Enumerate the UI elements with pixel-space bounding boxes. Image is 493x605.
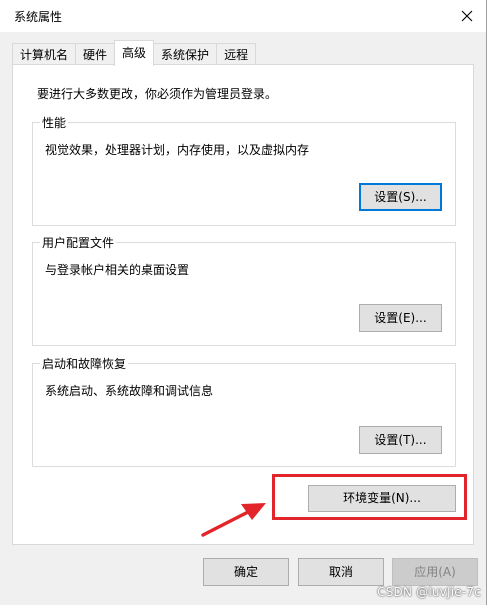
user-profiles-settings-button[interactable]: 设置(E)... (359, 304, 442, 332)
startup-recovery-settings-button[interactable]: 设置(T)... (359, 426, 442, 454)
tab-computer-name[interactable]: 计算机名 (12, 43, 77, 66)
user-profiles-group: 用户配置文件 与登录帐户相关的桌面设置 设置(E)... (32, 234, 456, 346)
tab-remote[interactable]: 远程 (216, 43, 257, 66)
csdn-watermark: CSDN @luvJie-7c (377, 585, 481, 599)
close-button[interactable] (452, 0, 482, 32)
title-bar: 系统属性 (0, 0, 486, 32)
startup-recovery-description: 系统启动、系统故障和调试信息 (45, 384, 214, 398)
user-profiles-description: 与登录帐户相关的桌面设置 (45, 263, 190, 277)
annotation-arrow-icon (201, 503, 266, 537)
environment-variables-button[interactable]: 环境变量(N)... (308, 485, 456, 512)
tab-system-protection[interactable]: 系统保护 (153, 43, 218, 66)
tab-strip: 计算机名 硬件 高级 系统保护 远程 (12, 40, 257, 66)
user-profiles-group-title: 用户配置文件 (40, 234, 117, 251)
startup-recovery-group-title: 启动和故障恢复 (40, 355, 129, 372)
performance-group-title: 性能 (40, 114, 69, 131)
apply-button[interactable]: 应用(A) (392, 558, 478, 586)
performance-group: 性能 视觉效果，处理器计划，内存使用，以及虚拟内存 设置(S)... (32, 114, 456, 226)
close-icon (461, 10, 473, 22)
startup-recovery-group: 启动和故障恢复 系统启动、系统故障和调试信息 设置(T)... (32, 355, 456, 467)
tab-hardware[interactable]: 硬件 (75, 43, 116, 66)
cancel-button[interactable]: 取消 (298, 558, 384, 586)
window-title: 系统属性 (14, 10, 63, 24)
tab-advanced[interactable]: 高级 (114, 40, 155, 66)
performance-description: 视觉效果，处理器计划，内存使用，以及虚拟内存 (45, 143, 310, 157)
advanced-tab-panel: 要进行大多数更改，你必须作为管理员登录。 性能 视觉效果，处理器计划，内存使用，… (12, 64, 474, 545)
admin-notice: 要进行大多数更改，你必须作为管理员登录。 (37, 87, 278, 101)
performance-settings-button[interactable]: 设置(S)... (359, 183, 442, 211)
ok-button[interactable]: 确定 (203, 558, 289, 586)
